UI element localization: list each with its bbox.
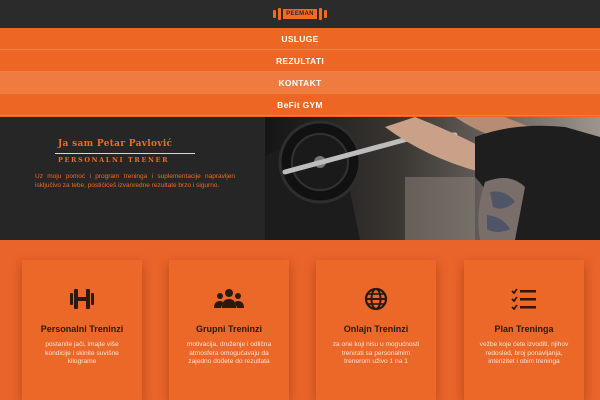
service-description: postanite jači, imajte više kondicije i … (45, 341, 119, 365)
hero-divider (55, 153, 195, 154)
barbell-photo-illustration (265, 117, 600, 240)
service-card-online[interactable]: Onlajn Treninzi za one koji nisu u moguć… (316, 260, 436, 400)
hero-description: Uz moju pomoć i program treninga i suple… (35, 173, 235, 189)
service-title: Personalni Treninzi (40, 324, 124, 334)
hero-section: Ja sam Petar Pavlović PERSONALNI TRENER … (0, 117, 600, 240)
group-icon (214, 286, 244, 312)
service-description: vežbe koje ćete izvoditi, njihov redosle… (479, 341, 569, 365)
hero-name: Ja sam Petar Pavlović (58, 139, 173, 149)
nav-item-usluge[interactable]: USLUGE (0, 28, 600, 50)
logo-plate-icon (318, 8, 322, 20)
service-title: Plan Treninga (494, 324, 554, 334)
service-description: za one koji nisu u mogućnosti trenirati … (332, 341, 420, 365)
nav-item-befit-gym[interactable]: BeFit GYM (0, 94, 600, 116)
logo-text: PEEMAN (283, 9, 317, 19)
hero-text-block: Ja sam Petar Pavlović PERSONALNI TRENER … (0, 117, 265, 240)
logo-plate-icon (278, 8, 282, 20)
service-title: Onlajn Treninzi (343, 324, 409, 334)
service-card-personal[interactable]: Personalni Treninzi postanite jači, imaj… (22, 260, 142, 400)
brand-logo[interactable]: PEEMAN (273, 8, 327, 20)
nav-item-rezultati[interactable]: REZULTATI (0, 50, 600, 72)
dumbbell-icon (68, 286, 96, 312)
logo-plate-icon (273, 10, 277, 18)
top-bar: PEEMAN (0, 0, 600, 28)
hero-photo (265, 117, 600, 240)
hero-subtitle: PERSONALNI TRENER (58, 156, 170, 164)
service-card-plan[interactable]: Plan Treninga vežbe koje ćete izvoditi, … (464, 260, 584, 400)
services-section: Personalni Treninzi postanite jači, imaj… (0, 240, 600, 400)
nav-item-kontakt[interactable]: KONTAKT (0, 72, 600, 94)
service-title: Grupni Treninzi (195, 324, 262, 334)
globe-icon (364, 286, 388, 312)
service-card-group[interactable]: Grupni Treninzi motivacija, druženje i o… (169, 260, 289, 400)
checklist-icon (511, 286, 537, 312)
logo-plate-icon (323, 10, 327, 18)
main-nav: USLUGE REZULTATI KONTAKT BeFit GYM (0, 28, 600, 116)
service-description: motivacija, druženje i odlična atmosfera… (186, 341, 272, 365)
